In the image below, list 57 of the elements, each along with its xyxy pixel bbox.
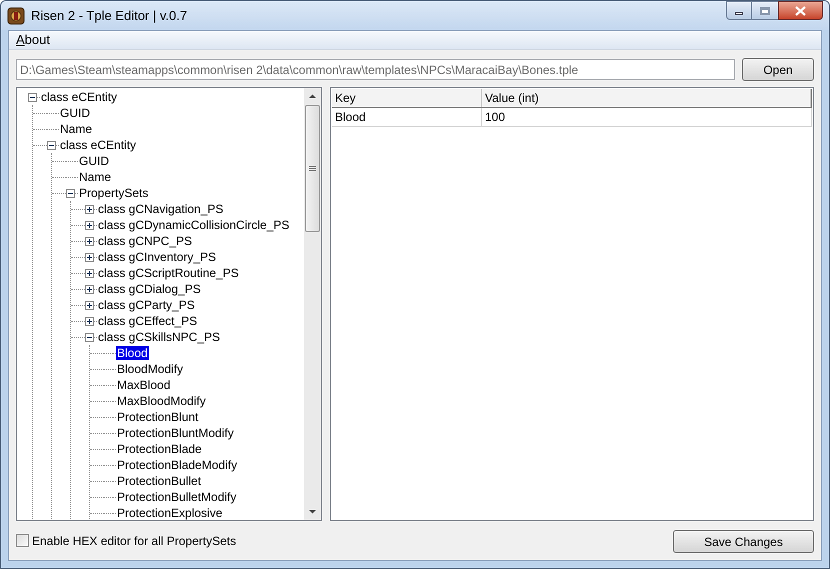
expand-icon[interactable] <box>85 236 94 246</box>
path-field[interactable]: D:\Games\Steam\steamapps\common\risen 2\data\common\raw\templates\NPCs\MaracaiBay\Bones.tple <box>16 59 735 80</box>
expand-icon[interactable] <box>85 220 94 230</box>
save-changes-button[interactable]: Save Changes <box>673 530 814 553</box>
tree-item[interactable]: ProtectionBlade <box>116 442 203 456</box>
tree-item[interactable]: BloodModify <box>116 362 184 376</box>
tree-item[interactable]: class gCParty_PS <box>97 298 196 312</box>
expand-icon[interactable] <box>85 268 94 278</box>
tree-item[interactable]: GUID <box>59 106 91 120</box>
tree-item[interactable]: Name <box>78 170 112 184</box>
open-button[interactable]: Open <box>742 58 814 81</box>
tree-item[interactable]: class gCNavigation_PS <box>97 202 224 216</box>
window-title: Risen 2 - Tple Editor | v.0.7 <box>31 6 188 25</box>
tree-item[interactable]: class eCEntity <box>59 138 138 152</box>
tree-item[interactable]: MaxBlood <box>116 378 172 392</box>
maximize-button[interactable] <box>752 1 778 20</box>
checkbox-label: Enable HEX editor for all PropertySets <box>32 532 236 550</box>
expand-icon[interactable] <box>85 252 94 262</box>
column-header[interactable]: Key <box>332 89 482 107</box>
expand-icon[interactable] <box>85 284 94 294</box>
tree-item[interactable]: ProtectionBluntModify <box>116 426 235 440</box>
column-header[interactable]: Value (int) <box>482 89 811 107</box>
tree-item[interactable]: class gCDynamicCollisionCircle_PS <box>97 218 290 232</box>
expand-icon[interactable] <box>85 316 94 326</box>
tree-item[interactable]: ProtectionBlunt <box>116 410 200 424</box>
checkbox[interactable] <box>16 534 29 547</box>
expand-icon[interactable] <box>85 300 94 310</box>
collapse-icon[interactable] <box>66 188 75 198</box>
tree-item[interactable]: class eCEntity <box>40 90 118 104</box>
menu-item[interactable]: About <box>15 30 51 50</box>
tree-item[interactable]: Name <box>59 122 94 136</box>
minimize-button[interactable] <box>726 1 752 20</box>
tree-item[interactable]: class gCScriptRoutine_PS <box>97 266 240 280</box>
collapse-icon[interactable] <box>85 332 94 342</box>
tree-item[interactable]: ProtectionBullet <box>116 474 202 488</box>
tree-item[interactable]: PropertySets <box>78 186 150 200</box>
tree-item[interactable]: GUID <box>78 154 110 168</box>
table-cell-text: 100 <box>484 109 506 126</box>
tree-item[interactable]: class gCInventory_PS <box>97 250 218 264</box>
tree-item[interactable]: ProtectionExplosive <box>116 506 224 520</box>
grip-icon <box>309 166 316 172</box>
tree-item[interactable]: Blood <box>116 346 149 360</box>
tree-item[interactable]: MaxBloodModify <box>116 394 207 408</box>
collapse-icon[interactable] <box>28 92 37 102</box>
scrollbar[interactable] <box>304 88 321 520</box>
expand-icon[interactable] <box>85 204 94 214</box>
close-icon <box>795 6 806 16</box>
close-button[interactable] <box>778 1 823 20</box>
table-cell: Blood <box>332 108 482 126</box>
tree-item[interactable]: class gCSkillsNPC_PS <box>97 330 222 344</box>
tree-item[interactable]: class gCNPC_PS <box>97 234 194 248</box>
collapse-icon[interactable] <box>47 140 56 150</box>
tree-item[interactable]: ProtectionBladeModify <box>116 458 238 472</box>
tree-item[interactable]: class gCEffect_PS <box>97 314 198 328</box>
app-icon <box>7 6 25 24</box>
tree-item[interactable]: ProtectionBulletModify <box>116 490 238 504</box>
tree-item[interactable]: class gCDialog_PS <box>97 282 202 296</box>
